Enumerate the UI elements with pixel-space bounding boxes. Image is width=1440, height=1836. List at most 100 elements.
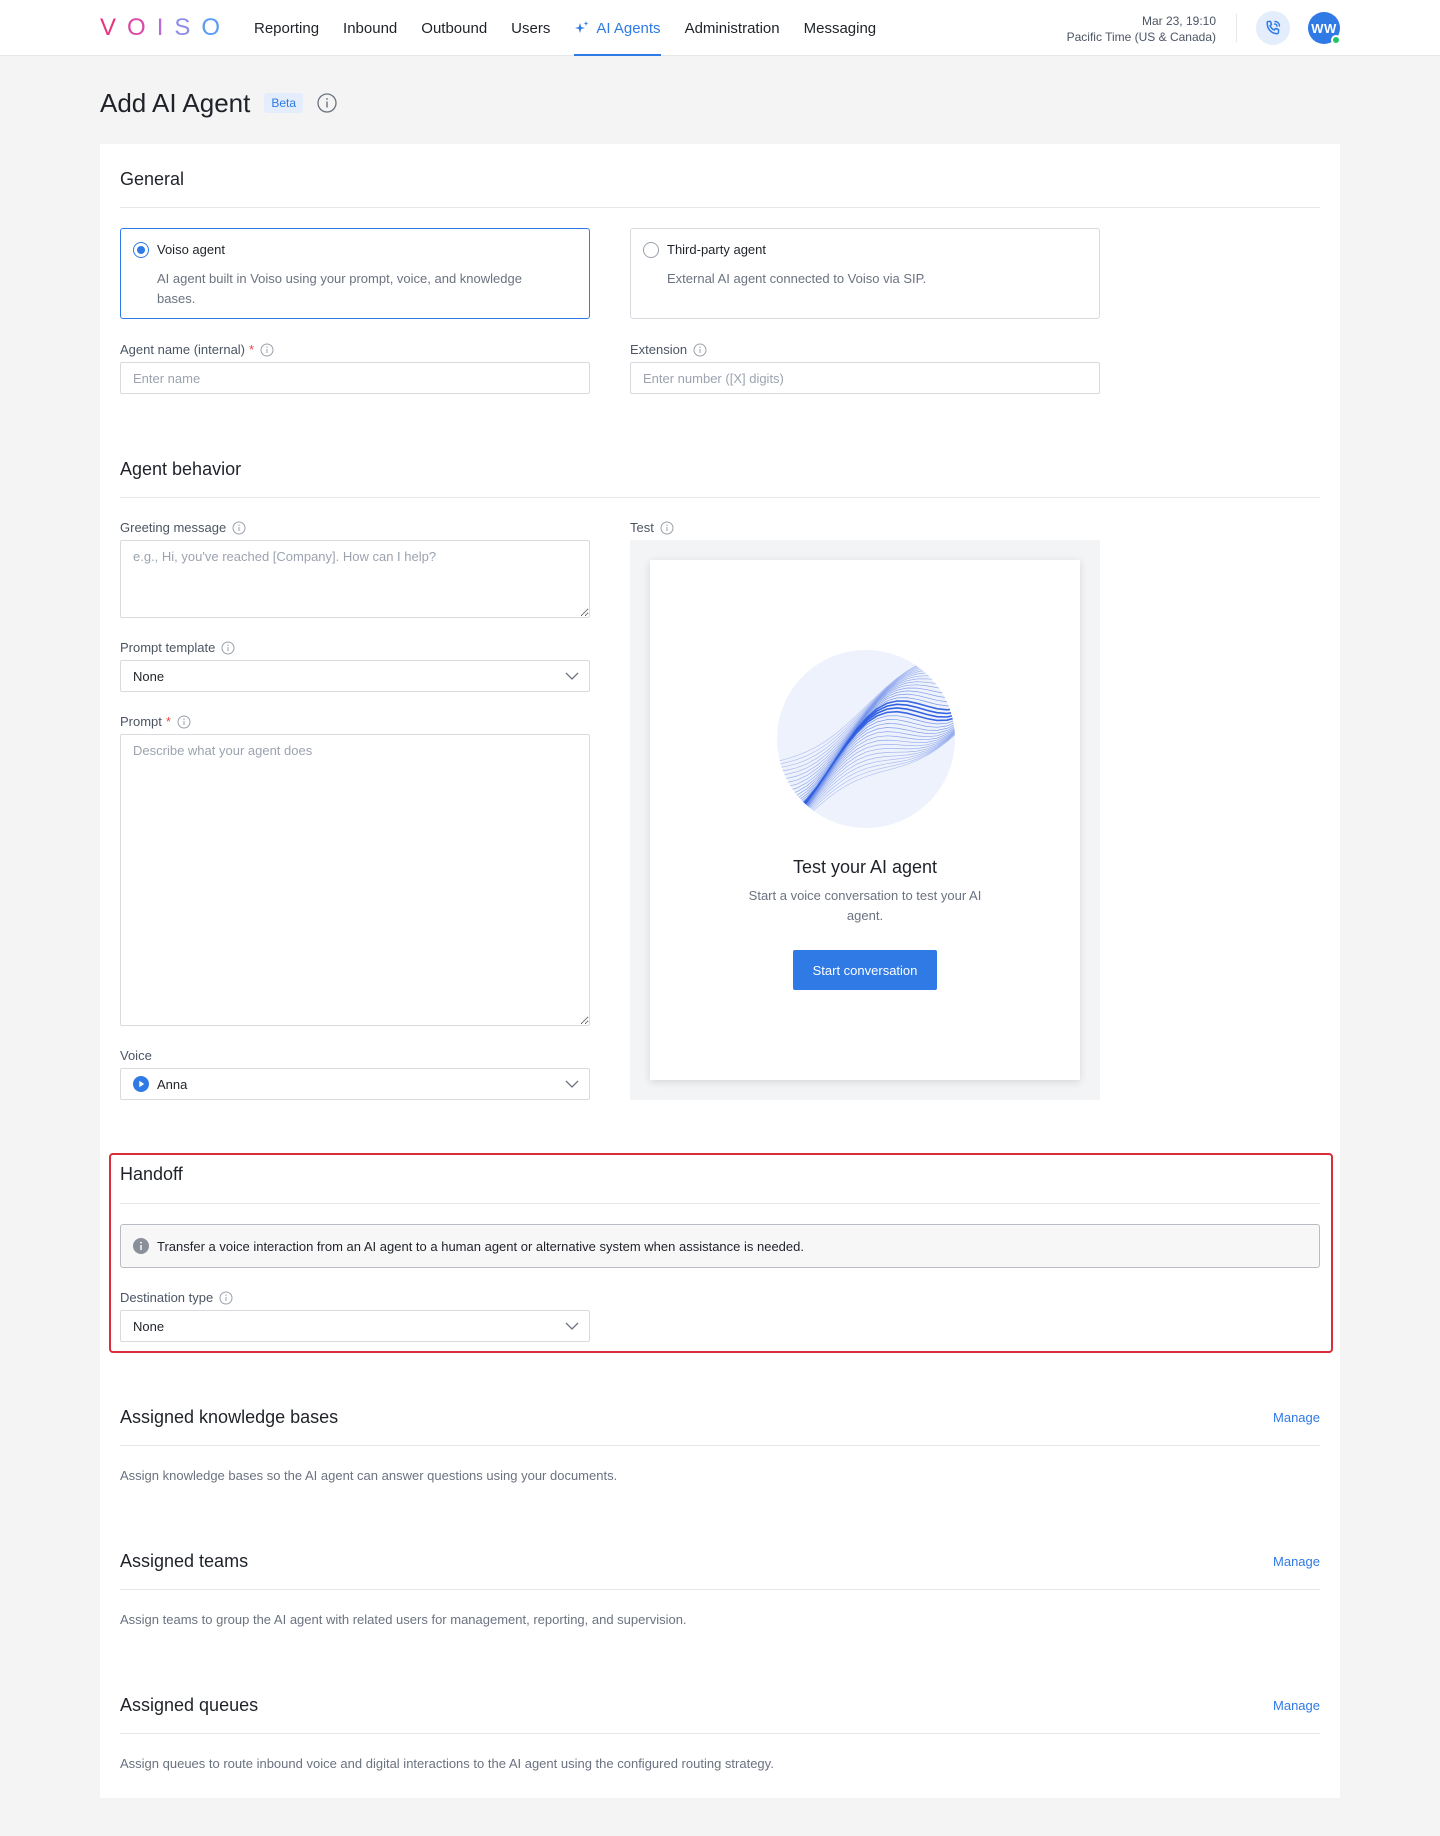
nav-item-label: AI Agents <box>596 19 661 37</box>
prompt-input[interactable] <box>120 734 590 1026</box>
agent-type-option-third-party[interactable]: Third-party agent External AI agent conn… <box>630 228 1100 319</box>
agent-name-input[interactable] <box>120 362 590 394</box>
prompt-label: Prompt * <box>120 714 191 729</box>
nav-item-label: Reporting <box>254 19 320 37</box>
section-divider <box>120 1203 1320 1204</box>
label-text: Test <box>630 520 654 535</box>
test-description: Start a voice conversation to test your … <box>748 888 982 923</box>
nav-item-inbound[interactable]: Inbound <box>343 0 397 56</box>
nav-item-label: Inbound <box>343 19 398 37</box>
label-text: Greeting message <box>120 520 227 535</box>
prompt-template-select[interactable]: None <box>120 660 590 692</box>
nav-item-administration[interactable]: Administration <box>685 0 780 56</box>
nav-item-outbound[interactable]: Outbound <box>421 0 487 56</box>
nav-item-label: Users <box>511 19 551 37</box>
section-divider <box>120 207 1320 208</box>
destination-type-label: Destination type <box>120 1290 233 1305</box>
beta-badge: Beta <box>264 93 304 113</box>
agent-name-label: Agent name (internal) * <box>120 342 274 357</box>
nav-item-reporting[interactable]: Reporting <box>254 0 319 56</box>
info-icon[interactable] <box>219 1291 233 1305</box>
phone-icon <box>1266 20 1281 35</box>
section-title-agent-behavior: Agent behavior <box>120 459 242 479</box>
handoff-info-banner: Transfer a voice interaction from an AI … <box>120 1224 1320 1268</box>
datetime-display: Mar 23, 19:10 Pacific Time (US & Canada) <box>1067 13 1216 45</box>
info-icon <box>133 1238 149 1254</box>
section-title-handoff: Handoff <box>120 1164 183 1184</box>
section-divider <box>120 1589 1320 1590</box>
nav-item-users[interactable]: Users <box>511 0 550 56</box>
section-divider <box>120 1445 1320 1446</box>
section-title-general: General <box>120 169 185 189</box>
voiso-logo[interactable]: VOISO <box>100 14 231 42</box>
section-title-knowledge-bases: Assigned knowledge bases <box>120 1407 339 1427</box>
manage-knowledge-bases-link[interactable]: Manage <box>1273 1410 1320 1425</box>
label-text: Extension <box>630 342 688 357</box>
nav-item-ai-agents[interactable]: AI Agents <box>574 0 661 56</box>
required-marker: * <box>165 714 171 729</box>
page-header: Add AI Agent Beta <box>100 86 337 120</box>
selected-value: None <box>133 668 165 684</box>
label-text: Agent name (internal) <box>120 342 246 357</box>
info-icon[interactable] <box>177 715 191 729</box>
required-marker: * <box>249 342 255 357</box>
extension-label: Extension <box>630 342 707 357</box>
chevron-down-icon <box>565 1080 579 1088</box>
extension-input[interactable] <box>630 362 1100 394</box>
option-description: AI agent built in Voiso using your promp… <box>157 271 522 306</box>
voice-select[interactable]: Anna <box>120 1068 590 1100</box>
test-panel: Test your AI agent Start a voice convers… <box>630 540 1100 1100</box>
radio-button[interactable] <box>643 242 659 258</box>
start-conversation-button[interactable]: Start conversation <box>793 950 937 990</box>
current-datetime: Mar 23, 19:10 <box>1141 14 1216 28</box>
prompt-template-label: Prompt template <box>120 640 235 655</box>
radio-button[interactable] <box>133 242 149 258</box>
label-text: Destination type <box>120 1290 214 1305</box>
logo-letter: I <box>156 14 175 41</box>
voice-label: Voice <box>120 1048 152 1063</box>
info-icon[interactable] <box>260 343 274 357</box>
queues-description: Assign queues to route inbound voice and… <box>120 1756 774 1771</box>
nav-menu: Reporting Inbound Outbound Users AI Agen… <box>254 0 900 56</box>
softphone-button[interactable] <box>1256 11 1290 45</box>
manage-queues-link[interactable]: Manage <box>1273 1698 1320 1713</box>
greeting-message-input[interactable] <box>120 540 590 618</box>
option-title: Third-party agent <box>667 242 766 257</box>
info-icon[interactable] <box>232 521 246 535</box>
option-title: Voiso agent <box>157 242 225 257</box>
timezone: Pacific Time (US & Canada) <box>1066 30 1216 44</box>
option-description: External AI agent connected to Voiso via… <box>667 271 927 286</box>
teams-description: Assign teams to group the AI agent with … <box>120 1612 687 1627</box>
nav-item-label: Messaging <box>803 19 877 37</box>
label-text: Prompt <box>120 714 162 729</box>
nav-item-label: Outbound <box>421 19 488 37</box>
banner-text: Transfer a voice interaction from an AI … <box>157 1238 804 1254</box>
section-title-queues: Assigned queues <box>120 1695 259 1715</box>
logo-letter: O <box>201 14 232 41</box>
knowledge-bases-description: Assign knowledge bases so the AI agent c… <box>120 1468 618 1483</box>
chevron-down-icon <box>565 672 579 680</box>
play-icon[interactable] <box>133 1076 149 1092</box>
sparkle-icon <box>575 21 589 33</box>
info-icon[interactable] <box>660 521 674 535</box>
info-icon[interactable] <box>693 343 707 357</box>
label-text: Voice <box>120 1048 152 1063</box>
test-title: Test your AI agent <box>792 857 938 877</box>
agent-type-option-voiso[interactable]: Voiso agent AI agent built in Voiso usin… <box>120 228 590 319</box>
voice-orb-illustration <box>777 650 955 828</box>
online-status-indicator <box>1331 35 1341 45</box>
label-text: Prompt template <box>120 640 216 655</box>
test-label: Test <box>630 520 674 535</box>
nav-item-messaging[interactable]: Messaging <box>804 0 877 56</box>
page-title: Add AI Agent <box>100 87 251 118</box>
section-title-teams: Assigned teams <box>120 1551 249 1571</box>
add-agent-form: General Voiso agent AI agent built in Vo… <box>100 144 1340 1798</box>
info-icon[interactable] <box>317 93 337 113</box>
manage-teams-link[interactable]: Manage <box>1273 1554 1320 1569</box>
section-divider <box>120 497 1320 498</box>
logo-letter: V <box>100 14 128 41</box>
selected-value: Anna <box>157 1076 188 1092</box>
nav-divider <box>1236 14 1237 42</box>
destination-type-select[interactable]: None <box>120 1310 590 1342</box>
info-icon[interactable] <box>221 641 235 655</box>
